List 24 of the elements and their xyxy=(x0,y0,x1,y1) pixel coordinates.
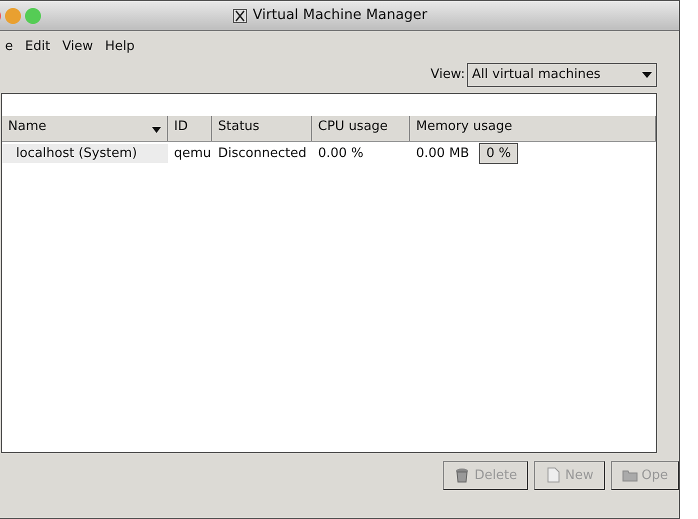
view-label: View: xyxy=(430,66,465,84)
column-header[interactable]: Name xyxy=(2,116,168,140)
dropdown-arrow-icon xyxy=(642,72,652,78)
menu-item[interactable]: e xyxy=(5,37,13,56)
memory-percent: 0 % xyxy=(486,146,511,161)
menu-item[interactable]: View xyxy=(62,37,94,56)
table-cell-text: qemu xyxy=(173,144,212,163)
column-header[interactable]: CPU usage xyxy=(312,116,410,140)
table-cell-text: Disconnected xyxy=(217,144,308,163)
menu-item[interactable]: Edit xyxy=(25,37,50,56)
window-title: Virtual Machine Manager xyxy=(252,6,428,25)
minimize-icon[interactable] xyxy=(5,8,21,24)
maximize-icon[interactable] xyxy=(25,8,41,24)
trash-can-icon xyxy=(454,467,470,484)
view-dropdown[interactable]: All virtual machines xyxy=(467,62,657,86)
table-cell: localhost (System) xyxy=(2,144,168,164)
document-icon xyxy=(545,467,562,484)
table-cell-text: 0.00 MB xyxy=(415,144,470,163)
column-header[interactable]: ID xyxy=(168,116,212,140)
column-header[interactable]: Status xyxy=(212,116,312,140)
menu-item[interactable]: Help xyxy=(105,37,135,56)
table-cell-text: 0.00 % xyxy=(317,144,364,163)
column-header[interactable]: Memory usage xyxy=(410,116,656,140)
x-window-icon xyxy=(232,8,247,22)
